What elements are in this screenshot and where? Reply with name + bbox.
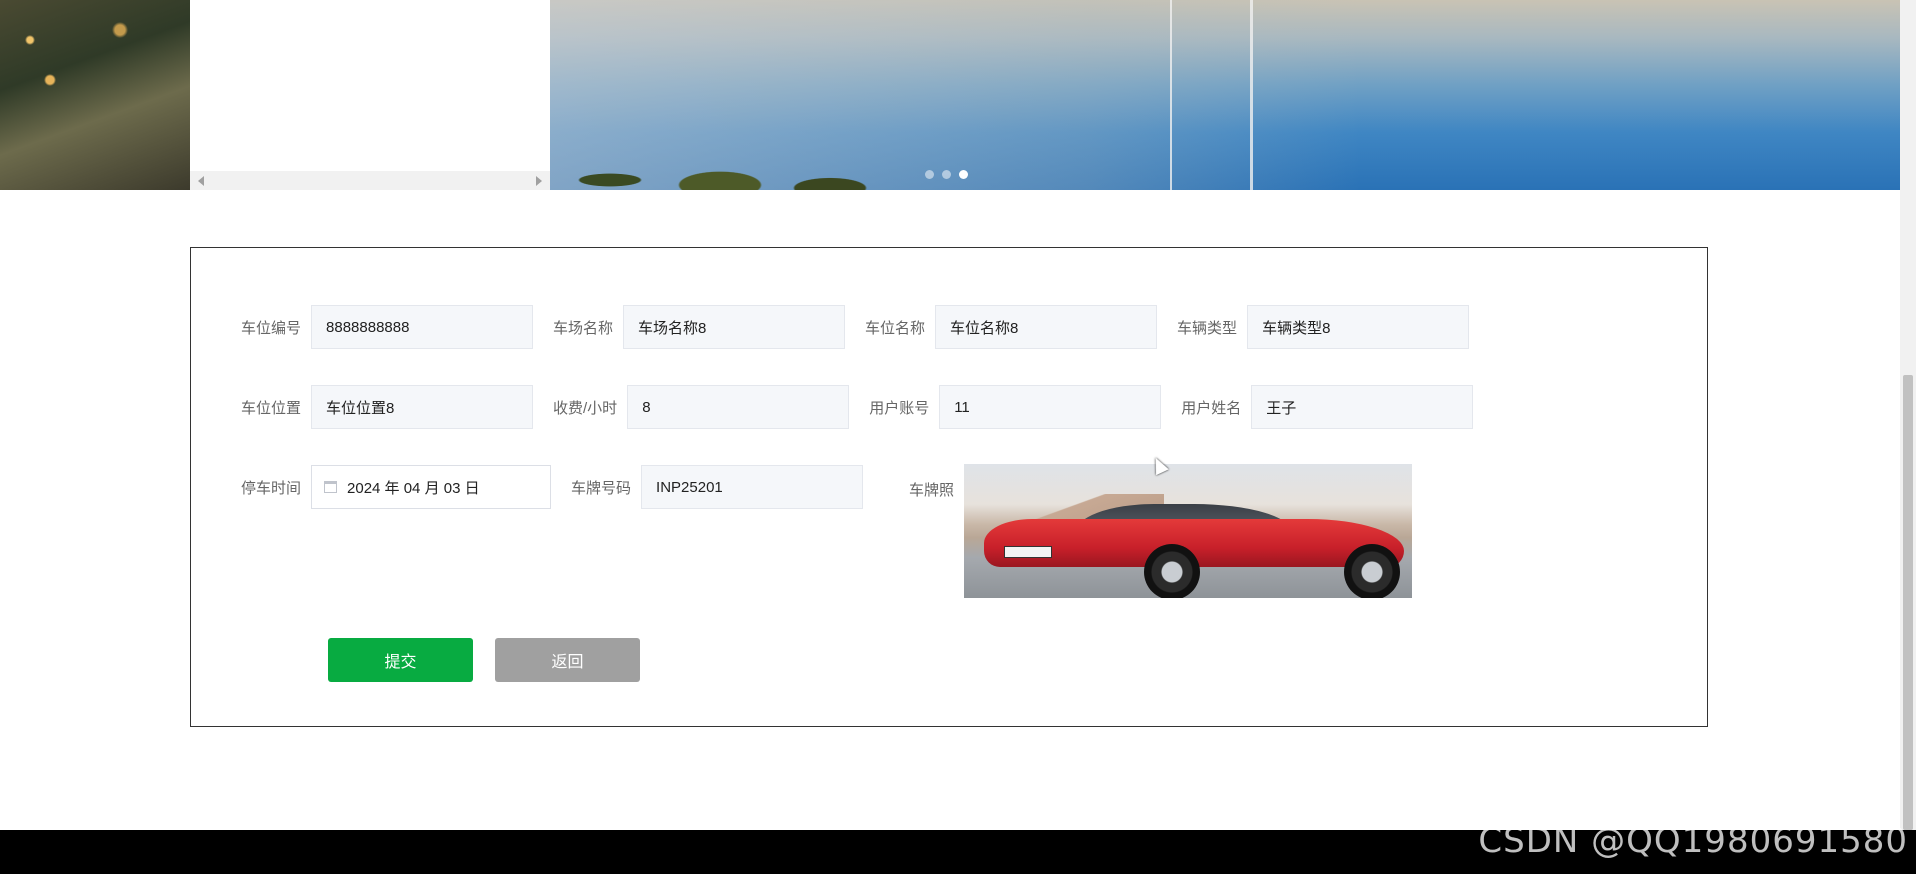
- vehicle-type-input[interactable]: 车辆类型8: [1247, 305, 1470, 349]
- field-space-number: 车位编号 8888888888: [241, 305, 534, 349]
- banner-image-main: [550, 0, 1900, 190]
- banner-carousel: [0, 0, 1900, 190]
- carousel-dot-1[interactable]: [925, 170, 934, 179]
- user-name-input[interactable]: 王子: [1251, 385, 1474, 429]
- space-location-input[interactable]: 车位位置8: [311, 385, 534, 429]
- field-lot-name: 车场名称 车场名称8: [553, 305, 846, 349]
- carousel-dot-3[interactable]: [959, 170, 968, 179]
- field-user-name: 用户姓名 王子: [1181, 385, 1474, 429]
- user-account-input[interactable]: 11: [939, 385, 1162, 429]
- field-label: 用户账号: [869, 399, 930, 417]
- field-label: 用户姓名: [1181, 399, 1242, 417]
- field-label: 车牌号码: [571, 479, 632, 497]
- submit-button[interactable]: 提交: [328, 638, 473, 682]
- field-vehicle-type: 车辆类型 车辆类型8: [1177, 305, 1470, 349]
- lot-name-input[interactable]: 车场名称8: [623, 305, 846, 349]
- space-name-input[interactable]: 车位名称8: [935, 305, 1158, 349]
- page-scrollbar-thumb[interactable]: [1903, 375, 1913, 830]
- form-row-3: 停车时间 2024 年 04 月 03 日 车牌号码 INP25201 车牌照: [241, 464, 1432, 604]
- car-wheel: [1144, 544, 1201, 598]
- banner-side-panel: [190, 0, 550, 190]
- scroll-right-arrow-icon[interactable]: [536, 176, 542, 186]
- parking-time-datepicker[interactable]: 2024 年 04 月 03 日: [311, 465, 552, 509]
- parking-time-value: 2024 年 04 月 03 日: [347, 479, 480, 497]
- field-label: 收费/小时: [553, 399, 618, 417]
- mast-decoration: [1250, 0, 1253, 190]
- field-label: 车场名称: [553, 319, 614, 337]
- field-plate-number: 车牌号码 INP25201: [571, 465, 864, 509]
- field-plate-photo: 车牌照: [909, 464, 1413, 598]
- field-label: 车位位置: [241, 399, 302, 417]
- field-label: 车位编号: [241, 319, 302, 337]
- field-parking-time: 停车时间 2024 年 04 月 03 日: [241, 465, 552, 509]
- form-row-2: 车位位置 车位位置8 收费/小时 8 用户账号 11 用户姓名 王子: [241, 384, 1493, 430]
- page-scrollbar[interactable]: [1900, 0, 1916, 830]
- plate-photo-image[interactable]: [964, 464, 1413, 598]
- space-number-input[interactable]: 8888888888: [311, 305, 534, 349]
- license-plate: [1004, 546, 1053, 558]
- fee-per-hour-input[interactable]: 8: [627, 385, 850, 429]
- back-button[interactable]: 返回: [495, 638, 640, 682]
- field-label: 停车时间: [241, 479, 302, 497]
- carousel-dot-2[interactable]: [942, 170, 951, 179]
- field-user-account: 用户账号 11: [869, 385, 1162, 429]
- horizontal-scrollbar[interactable]: [190, 171, 550, 190]
- field-fee-per-hour: 收费/小时 8: [553, 385, 850, 429]
- field-label: 车牌照: [909, 482, 955, 499]
- car-wheel: [1344, 544, 1401, 598]
- form-row-1: 车位编号 8888888888 车场名称 车场名称8 车位名称 车位名称8 车辆…: [241, 304, 1489, 350]
- mast-decoration: [1170, 0, 1172, 190]
- calendar-icon: [324, 481, 338, 493]
- watermark: CSDN @QQ1980691580: [1478, 821, 1908, 861]
- banner-image-left: [0, 0, 190, 190]
- carousel-indicators: [925, 170, 968, 179]
- plate-number-input[interactable]: INP25201: [641, 465, 864, 509]
- scroll-left-arrow-icon[interactable]: [198, 176, 204, 186]
- palm-trees-decoration: [550, 110, 950, 190]
- field-label: 车辆类型: [1177, 319, 1238, 337]
- field-space-location: 车位位置 车位位置8: [241, 385, 534, 429]
- parking-detail-form: 车位编号 8888888888 车场名称 车场名称8 车位名称 车位名称8 车辆…: [190, 247, 1708, 727]
- field-label: 车位名称: [865, 319, 926, 337]
- field-space-name: 车位名称 车位名称8: [865, 305, 1158, 349]
